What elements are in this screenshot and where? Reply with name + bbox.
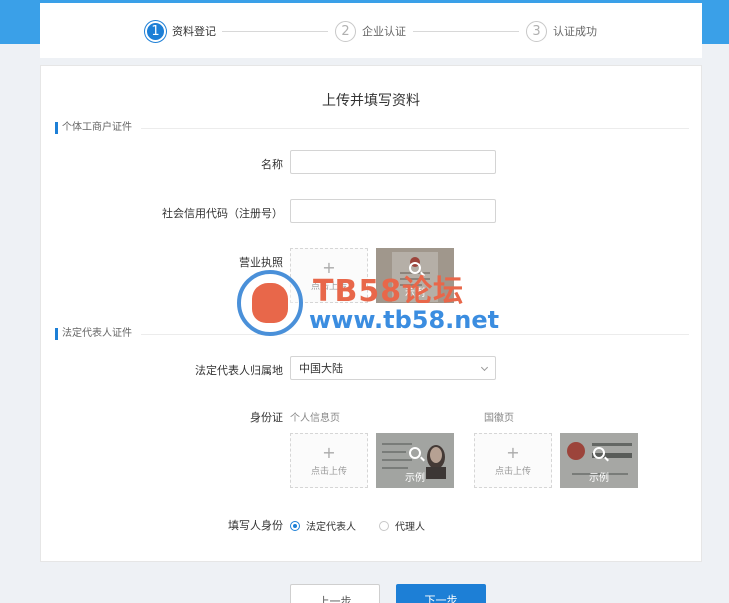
step-progress: 1 资料登记 2 企业认证 3 认证成功 (40, 3, 702, 58)
section-title: 法定代表人证件 (62, 328, 132, 339)
region-label: 法定代表人归属地 (195, 364, 283, 377)
section-marker (55, 122, 58, 134)
credit-code-label: 社会信用代码（注册号） (162, 207, 283, 220)
upload-hint: 点击上传 (310, 281, 347, 292)
zoom-icon (593, 447, 605, 459)
license-label: 营业执照 (239, 256, 283, 269)
plus-icon: + (322, 442, 336, 462)
form-card: 上传并填写资料 个体工商户证件 名称 社会信用代码（注册号） 营业执照 + 点击… (40, 65, 702, 562)
plus-icon: + (322, 257, 336, 277)
step-connector (222, 31, 328, 32)
chevron-down-icon (480, 363, 489, 372)
upload-hint: 点击上传 (310, 466, 347, 477)
id-card-label: 身份证 (250, 411, 283, 424)
sample-label: 示例 (405, 288, 425, 299)
license-sample[interactable]: 示例 (376, 248, 454, 303)
sample-label: 示例 (405, 473, 425, 484)
step-connector (413, 31, 519, 32)
id-back-upload[interactable]: + 点击上传 (474, 433, 552, 488)
radio-label: 法定代表人 (306, 522, 356, 533)
section-legal-rep: 法定代表人证件 (55, 328, 689, 342)
zoom-icon (409, 262, 421, 274)
step-3-number: 3 (526, 20, 547, 42)
step-2-number: 2 (335, 20, 356, 42)
radio-label: 代理人 (395, 522, 425, 533)
step-3-label: 认证成功 (553, 25, 597, 38)
plus-icon: + (506, 442, 520, 462)
id-back-sample[interactable]: 示例 (560, 433, 638, 488)
step-2: 2 企业认证 (335, 20, 406, 42)
sample-label: 示例 (589, 473, 609, 484)
id-front-upload[interactable]: + 点击上传 (290, 433, 368, 488)
credit-code-input[interactable] (290, 199, 496, 223)
section-divider (141, 128, 689, 129)
step-1-number: 1 (145, 20, 166, 42)
next-button[interactable]: 下一步 (396, 584, 486, 603)
step-1: 1 资料登记 (145, 20, 216, 42)
id-back-label: 国徽页 (484, 413, 514, 424)
upload-hint: 点击上传 (494, 466, 531, 477)
section-divider (141, 334, 689, 335)
section-title: 个体工商户证件 (62, 122, 132, 133)
region-select[interactable]: 中国大陆 (290, 356, 496, 380)
section-business-license: 个体工商户证件 (55, 122, 689, 136)
prev-button[interactable]: 上一步 (290, 584, 380, 603)
id-front-label: 个人信息页 (290, 413, 340, 424)
name-label: 名称 (261, 158, 283, 171)
section-marker (55, 328, 58, 340)
page-title: 上传并填写资料 (322, 93, 420, 109)
step-3: 3 认证成功 (526, 20, 597, 42)
step-2-label: 企业认证 (362, 25, 406, 38)
zoom-icon (409, 447, 421, 459)
step-1-label: 资料登记 (172, 25, 216, 38)
radio-dot-icon (290, 520, 300, 531)
filler-identity-label: 填写人身份 (228, 519, 283, 532)
radio-agent[interactable]: 代理人 (379, 518, 425, 533)
radio-dot-icon (379, 520, 389, 531)
region-value: 中国大陆 (299, 362, 343, 375)
id-front-sample[interactable]: 示例 (376, 433, 454, 488)
name-input[interactable] (290, 150, 496, 174)
license-upload[interactable]: + 点击上传 (290, 248, 368, 303)
radio-legal-rep[interactable]: 法定代表人 (290, 518, 356, 533)
